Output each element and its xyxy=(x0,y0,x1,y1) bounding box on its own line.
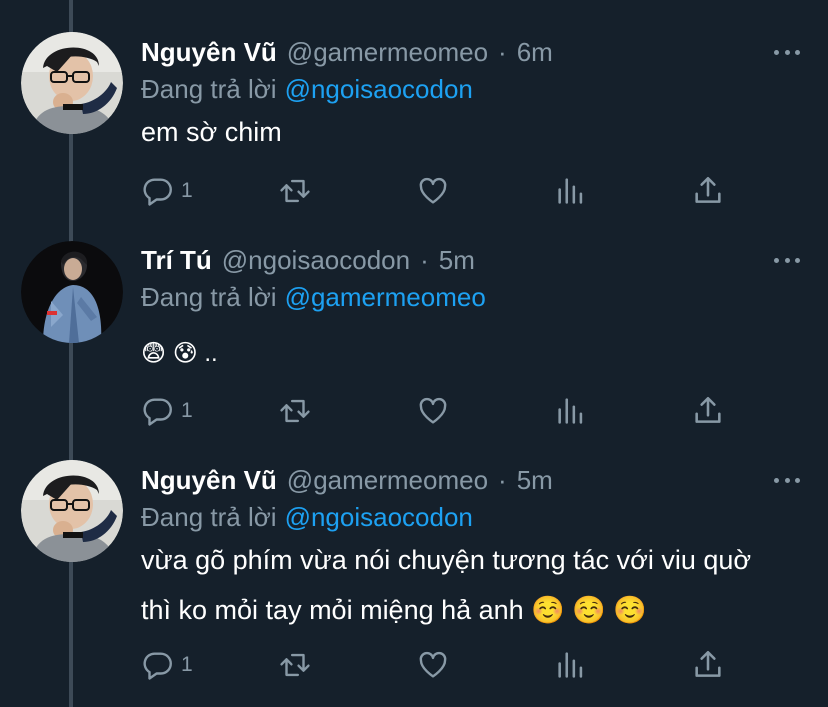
display-name[interactable]: Nguyên Vũ xyxy=(141,465,277,496)
share-icon xyxy=(695,396,721,423)
more-icon[interactable] xyxy=(774,42,800,62)
like-button[interactable] xyxy=(416,171,450,211)
reply-count: 1 xyxy=(181,179,193,202)
replying-to-handle[interactable]: @ngoisaocodon xyxy=(285,502,473,533)
share-button[interactable] xyxy=(691,171,725,211)
replying-to-label: Đang trả lời xyxy=(141,501,277,532)
analytics-button[interactable] xyxy=(554,391,588,431)
tweet-header: Nguyên Vũ @gamermeomeo · 6m xyxy=(141,32,553,72)
tweet-thread: Nguyên Vũ @gamermeomeo · 6m Đang trả lời… xyxy=(0,0,828,707)
like-button[interactable] xyxy=(416,391,450,431)
reply-button[interactable]: 1 xyxy=(141,171,193,211)
retweet-button[interactable] xyxy=(278,645,312,685)
tweet-text-line: 😨 😰 .. xyxy=(141,340,218,367)
analytics-button[interactable] xyxy=(554,645,588,685)
analytics-icon xyxy=(558,178,583,204)
analytics-icon xyxy=(558,652,583,678)
more-icon[interactable] xyxy=(774,250,800,270)
replying-to-handle[interactable]: @ngoisaocodon xyxy=(285,74,473,105)
avatar[interactable] xyxy=(21,32,123,134)
tweet-header: Nguyên Vũ @gamermeomeo · 5m xyxy=(141,460,553,500)
user-handle[interactable]: @ngoisaocodon xyxy=(222,245,410,276)
tweet-header: Trí Tú @ngoisaocodon · 5m xyxy=(141,240,475,280)
analytics-button[interactable] xyxy=(554,171,588,211)
share-icon xyxy=(695,650,721,677)
separator-dot: · xyxy=(420,244,429,275)
separator-dot: · xyxy=(498,464,507,495)
like-icon xyxy=(419,177,447,204)
display-name[interactable]: Nguyên Vũ xyxy=(141,37,277,68)
share-button[interactable] xyxy=(691,645,725,685)
tweet[interactable]: Nguyên Vũ @gamermeomeo · 5m Đang trả lời… xyxy=(0,460,828,700)
reply-count: 1 xyxy=(181,399,193,422)
tweet[interactable]: Trí Tú @ngoisaocodon · 5m Đang trả lời @… xyxy=(0,240,828,440)
retweet-icon xyxy=(280,179,310,203)
tweet-text-line: thì ko mỏi tay mỏi miệng hả anh ☺️ ☺️ ☺️ xyxy=(141,595,648,625)
replying-to-label: Đang trả lời xyxy=(141,73,277,104)
replying-to: Đang trả lời @ngoisaocodon xyxy=(141,70,473,108)
user-handle[interactable]: @gamermeomeo xyxy=(287,465,488,496)
like-button[interactable] xyxy=(416,645,450,685)
tweet-text-line: vừa gõ phím vừa nói chuyện tương tác với… xyxy=(141,545,752,575)
replying-to-handle[interactable]: @gamermeomeo xyxy=(285,282,486,313)
retweet-button[interactable] xyxy=(278,391,312,431)
replying-to: Đang trả lời @ngoisaocodon xyxy=(141,498,473,536)
tweet-text: em sờ chim xyxy=(141,110,811,154)
like-icon xyxy=(419,651,447,678)
analytics-icon xyxy=(558,398,583,424)
tweet-text: 😨 😰 .. xyxy=(141,332,811,376)
share-button[interactable] xyxy=(691,391,725,431)
avatar-tri-tu-image xyxy=(21,241,123,343)
reply-icon xyxy=(143,178,172,206)
retweet-icon xyxy=(280,653,310,677)
reply-button[interactable]: 1 xyxy=(141,645,193,685)
separator-dot: · xyxy=(498,36,507,67)
avatar-nguyen-vu-image xyxy=(21,460,123,562)
tweet-text: vừa gõ phím vừa nói chuyện tương tác với… xyxy=(141,538,811,632)
more-icon[interactable] xyxy=(774,470,800,490)
user-handle[interactable]: @gamermeomeo xyxy=(287,37,488,68)
tweet-actions: 1 xyxy=(141,171,801,211)
tweet[interactable]: Nguyên Vũ @gamermeomeo · 6m Đang trả lời… xyxy=(0,32,828,232)
replying-to: Đang trả lời @gamermeomeo xyxy=(141,278,486,316)
replying-to-label: Đang trả lời xyxy=(141,281,277,312)
like-icon xyxy=(419,397,447,424)
timestamp[interactable]: 5m xyxy=(439,245,475,276)
tweet-actions: 1 xyxy=(141,645,801,685)
reply-count: 1 xyxy=(181,653,193,676)
avatar[interactable] xyxy=(21,241,123,343)
retweet-icon xyxy=(280,399,310,423)
reply-icon xyxy=(143,398,172,426)
display-name[interactable]: Trí Tú xyxy=(141,245,212,276)
reply-button[interactable]: 1 xyxy=(141,391,193,431)
timestamp[interactable]: 5m xyxy=(517,465,553,496)
timestamp[interactable]: 6m xyxy=(517,37,553,68)
reply-icon xyxy=(143,652,172,680)
avatar-nguyen-vu-image xyxy=(21,32,123,134)
retweet-button[interactable] xyxy=(278,171,312,211)
avatar[interactable] xyxy=(21,460,123,562)
share-icon xyxy=(695,176,721,203)
tweet-text-line: em sờ chim xyxy=(141,117,282,147)
tweet-actions: 1 xyxy=(141,391,801,431)
